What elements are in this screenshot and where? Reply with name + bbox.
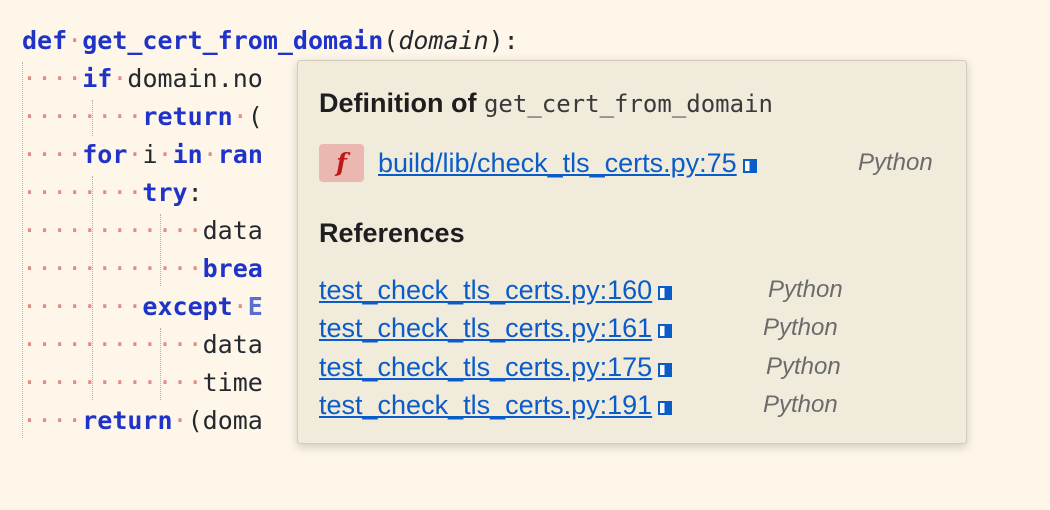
language-label: Python: [763, 314, 838, 341]
code-text: (doma: [187, 406, 263, 435]
whitespace-dot: ·: [127, 140, 143, 169]
code-text: time: [202, 368, 263, 397]
keyword: except: [142, 292, 233, 321]
open-to-side-icon[interactable]: [658, 324, 673, 338]
reference-link[interactable]: test_check_tls_certs.py:160: [319, 273, 673, 307]
whitespace-dot: ·: [232, 292, 248, 321]
reference-path: test_check_tls_certs.py:191: [319, 390, 653, 420]
reference-path: test_check_tls_certs.py:160: [319, 275, 653, 305]
paren: (: [383, 26, 399, 55]
keyword: in: [172, 140, 203, 169]
reference-link[interactable]: test_check_tls_certs.py:175: [319, 350, 673, 384]
code-line[interactable]: ············data: [22, 212, 263, 250]
keyword: return: [142, 102, 233, 131]
popup-title: Definition of get_cert_from_domain: [319, 85, 773, 121]
code-text: :: [187, 178, 203, 207]
function-name: get_cert_from_domain: [82, 26, 384, 55]
language-label: Python: [766, 353, 841, 380]
keyword: def: [22, 26, 68, 55]
whitespace-dot: ·: [232, 102, 248, 131]
class-name: E: [247, 292, 263, 321]
open-to-side-icon[interactable]: [658, 286, 673, 300]
whitespace-dot: ····: [22, 140, 83, 169]
keyword: if: [82, 64, 113, 93]
reference-link[interactable]: test_check_tls_certs.py:191: [319, 388, 673, 422]
definition-link[interactable]: build/lib/check_tls_certs.py:75: [378, 146, 757, 180]
whitespace-dot: ········: [22, 102, 143, 131]
code-line[interactable]: ····for·i·in·ran: [22, 136, 263, 174]
symbol-name: get_cert_from_domain: [483, 90, 773, 118]
whitespace-dot: ·: [112, 64, 128, 93]
code-line[interactable]: ········return·(: [22, 98, 263, 136]
code-line[interactable]: ············brea: [22, 250, 263, 288]
code-line[interactable]: def·get_cert_from_domain(domain):: [22, 22, 519, 60]
open-to-side-icon[interactable]: [742, 159, 757, 173]
function-kind-icon: f: [319, 144, 364, 182]
whitespace-dot: ············: [22, 216, 203, 245]
paren: ):: [488, 26, 519, 55]
whitespace-dot: ·: [202, 140, 218, 169]
code-text: i: [142, 140, 158, 169]
code-text: ran: [217, 140, 263, 169]
whitespace-dot: ········: [22, 178, 143, 207]
code-line[interactable]: ············data: [22, 326, 263, 364]
keyword: brea: [202, 254, 263, 283]
definition-popup: Definition of get_cert_from_domain f bui…: [297, 60, 967, 444]
whitespace-dot: ·: [157, 140, 173, 169]
keyword: return: [82, 406, 173, 435]
code-text: data: [202, 216, 263, 245]
whitespace-dot: ·: [67, 26, 83, 55]
code-line[interactable]: ····return·(doma: [22, 402, 263, 440]
reference-path: test_check_tls_certs.py:161: [319, 313, 653, 343]
language-label: Python: [858, 149, 933, 176]
definition-path: build/lib/check_tls_certs.py:75: [378, 148, 737, 178]
references-heading: References: [319, 218, 465, 248]
code-text: domain.no: [127, 64, 263, 93]
whitespace-dot: ············: [22, 330, 203, 359]
whitespace-dot: ············: [22, 254, 203, 283]
code-line[interactable]: ············time: [22, 364, 263, 402]
language-label: Python: [763, 391, 838, 418]
keyword: for: [82, 140, 128, 169]
keyword: try: [142, 178, 188, 207]
whitespace-dot: ············: [22, 368, 203, 397]
reference-link[interactable]: test_check_tls_certs.py:161: [319, 311, 673, 345]
whitespace-dot: ····: [22, 64, 83, 93]
reference-path: test_check_tls_certs.py:175: [319, 352, 653, 382]
code-line[interactable]: ········try:: [22, 174, 203, 212]
code-line[interactable]: ········except·E: [22, 288, 263, 326]
open-to-side-icon[interactable]: [658, 401, 673, 415]
code-text: data: [202, 330, 263, 359]
code-line[interactable]: ····if·domain.no: [22, 60, 263, 98]
definition-label: Definition of: [319, 88, 477, 118]
whitespace-dot: ····: [22, 406, 83, 435]
whitespace-dot: ·: [172, 406, 188, 435]
code-text: (: [247, 102, 263, 131]
whitespace-dot: ········: [22, 292, 143, 321]
open-to-side-icon[interactable]: [658, 363, 673, 377]
language-label: Python: [768, 276, 843, 303]
parameter: domain: [398, 26, 489, 55]
